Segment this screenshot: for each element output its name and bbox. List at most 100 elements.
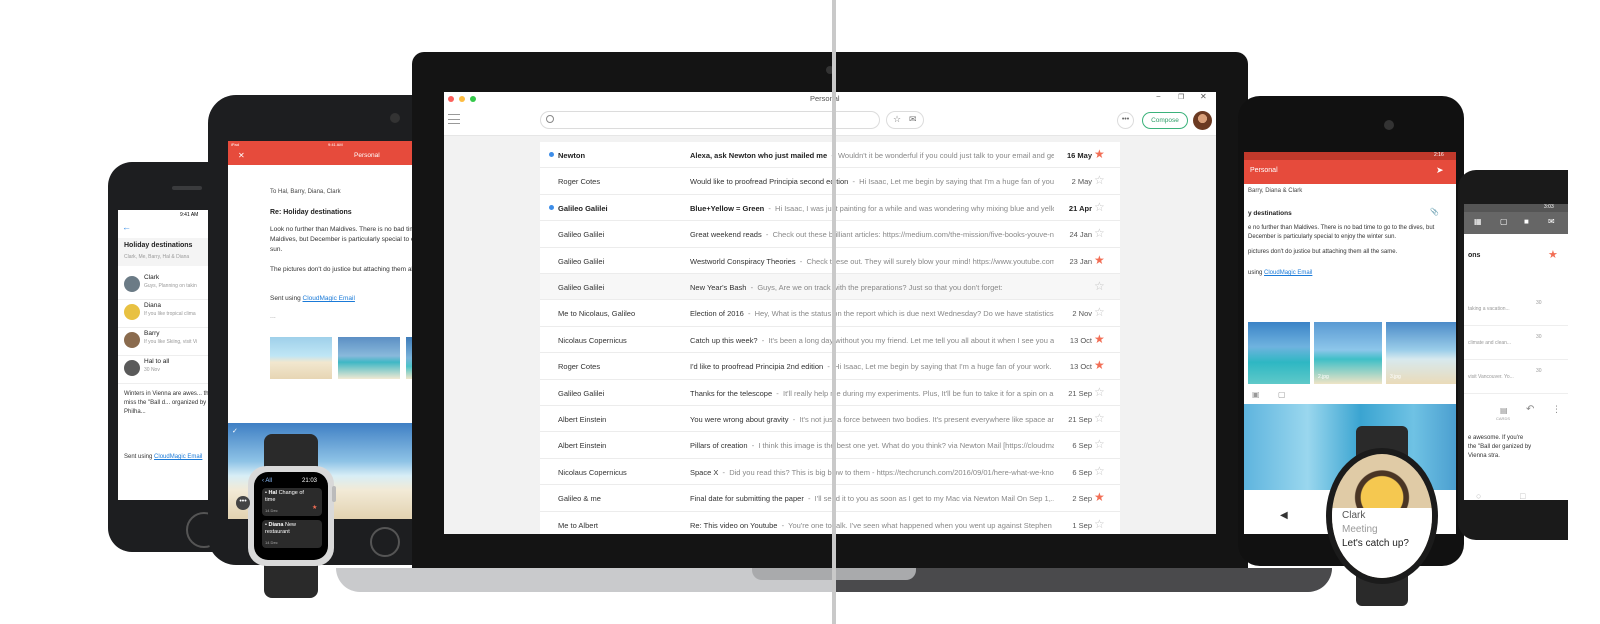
title-bar: Personal − ❐ ✕ [444, 92, 1216, 106]
cloudmagic-link[interactable]: CloudMagic Email [1264, 270, 1312, 276]
star-icon[interactable]: ☆ [1094, 437, 1105, 451]
folder-icon[interactable]: ■ [1524, 217, 1529, 226]
email-row[interactable]: Me to Albert Re: This video on Youtube - … [540, 511, 1120, 534]
quoted-text-toggle[interactable]: ... [270, 313, 276, 320]
star-icon[interactable]: ☆ [1094, 385, 1105, 399]
delete-icon[interactable]: ▢ [1500, 217, 1508, 226]
attachment-thumbnail[interactable] [270, 337, 332, 379]
status-time: 9:41 AM [180, 212, 199, 218]
email-row[interactable]: Nicolaus Copernicus Catch up this week? -… [540, 326, 1120, 354]
star-icon[interactable]: ★ [1094, 147, 1105, 161]
compose-button[interactable]: Compose [1142, 112, 1188, 129]
star-icon[interactable]: ☆ [1094, 173, 1105, 187]
email-subject: y destinations [1248, 210, 1292, 217]
email-row[interactable]: Newton Alexa, ask Newton who just mailed … [540, 142, 1120, 169]
email-date: 13 Oct [1069, 362, 1092, 372]
email-row[interactable]: Me to Nicolaus, Galileo Election of 2016 … [540, 300, 1120, 327]
minimize-window-button[interactable] [459, 96, 465, 102]
star-icon[interactable]: ☆ [1094, 517, 1105, 531]
cloudmagic-link[interactable]: CloudMagic Email [303, 295, 355, 302]
email-row[interactable]: Albert Einstein You were wrong about grav… [540, 406, 1120, 433]
email-row[interactable]: Galileo Galilei Thanks for the telescope … [540, 379, 1120, 406]
cards-icon[interactable]: ▤ [1500, 406, 1508, 415]
search-input[interactable] [540, 111, 880, 129]
watch-back-link[interactable]: ‹ All [262, 478, 272, 484]
minimize-icon[interactable]: − [1156, 92, 1161, 101]
email-subject: Re: Holiday destinations [270, 209, 352, 216]
home-nav-icon[interactable]: ○ [1476, 491, 1481, 501]
email-subject: Thanks for the telescope [690, 388, 773, 398]
attachment-thumbnail[interactable]: 2.jpg [1314, 322, 1382, 384]
email-sender: Nicolaus Copernicus [558, 335, 627, 345]
check-icon[interactable]: ✓ [232, 427, 238, 435]
list-item[interactable]: taking a vacation... 30 [1464, 296, 1568, 326]
attachment-icon[interactable]: 📎 [1430, 208, 1439, 216]
email-row[interactable]: Galileo Galilei Westworld Conspiracy Theo… [540, 247, 1120, 274]
signature: using CloudMagic Email [1248, 270, 1312, 276]
home-button[interactable] [370, 527, 400, 557]
star-icon[interactable]: ★ [1094, 358, 1105, 372]
attachment-thumbnail[interactable]: 3.jpg [1386, 322, 1456, 384]
email-row[interactable]: Nicolaus Copernicus Space X - Did you rea… [540, 458, 1120, 486]
star-icon[interactable]: ★ [1548, 248, 1558, 261]
list-item[interactable]: visit Vancouver. Yo... 30 [1464, 364, 1568, 394]
restore-icon[interactable]: ❐ [1178, 93, 1184, 101]
email-row[interactable]: Roger Cotes I'd like to proofread Princip… [540, 353, 1120, 380]
overflow-menu-icon[interactable]: ⋮ [1552, 404, 1561, 415]
maximize-window-button[interactable] [470, 96, 476, 102]
gallery-icon[interactable]: ▢ [1278, 390, 1286, 399]
star-icon[interactable]: ★ [1094, 332, 1105, 346]
reply-all-icon[interactable]: ↶ [1526, 404, 1534, 415]
email-row[interactable]: Galileo Galilei Blue+Yellow = Green - Hi … [540, 194, 1120, 222]
star-icon[interactable]: ★ [312, 504, 317, 511]
archive-icon[interactable]: ▦ [1474, 217, 1482, 226]
profile-avatar[interactable] [1193, 111, 1212, 130]
star-icon[interactable]: ☆ [1094, 464, 1105, 478]
mail-filter-icon[interactable]: ✉ [909, 114, 917, 125]
email-sender: Roger Cotes [558, 177, 601, 187]
send-icon[interactable]: ➤ [1436, 165, 1444, 176]
email-row[interactable]: Galileo & me Final date for submitting th… [540, 485, 1120, 512]
star-filter-icon[interactable]: ☆ [893, 114, 901, 125]
back-nav-icon[interactable]: ◀ [1280, 510, 1288, 521]
watch-crown[interactable] [332, 486, 336, 502]
close-icon[interactable]: ✕ [1200, 92, 1207, 101]
notification-card[interactable]: Clark Meeting Let's catch up? [1332, 508, 1432, 578]
star-icon[interactable]: ☆ [1094, 226, 1105, 240]
mail-icon[interactable]: ✉ [1548, 217, 1555, 226]
watch-list-item[interactable]: • Hal Change of time 14 Dec ★ [262, 488, 322, 516]
message-date: 14 Dec [265, 508, 278, 513]
email-date: 21 Sep [1068, 415, 1092, 424]
folder-title: Personal [1250, 167, 1278, 174]
recents-nav-icon[interactable]: □ [1520, 491, 1525, 501]
star-icon[interactable]: ☆ [1094, 200, 1105, 214]
email-row[interactable]: Galileo Galilei New Year's Bash - Guys, A… [540, 274, 1120, 301]
attachment-thumbnail[interactable] [338, 337, 400, 379]
sender-name: Hal [268, 490, 278, 496]
watch-list-item[interactable]: • Diana New restaurant 14 Dec [262, 520, 322, 548]
camera-icon[interactable]: ▣ [1252, 390, 1260, 399]
email-sender: Galileo Galilei [558, 203, 608, 213]
menu-icon[interactable] [448, 114, 460, 124]
more-icon[interactable]: ••• [1117, 112, 1134, 129]
star-icon[interactable]: ☆ [1094, 279, 1105, 293]
star-icon[interactable]: ☆ [1094, 305, 1105, 319]
cloudmagic-link[interactable]: CloudMagic Email [154, 454, 202, 460]
back-icon[interactable]: ← [122, 222, 131, 232]
email-subject-preview: Space X - Did you read this? This is big… [690, 468, 1054, 477]
star-icon[interactable]: ★ [1094, 253, 1105, 267]
email-row[interactable]: Roger Cotes Would like to proofread Princ… [540, 168, 1120, 195]
close-window-button[interactable] [448, 96, 454, 102]
more-icon[interactable]: ••• [236, 496, 250, 510]
star-icon[interactable]: ☆ [1094, 411, 1105, 425]
sender-name: Diana [144, 302, 161, 309]
attachment-thumbnail[interactable] [1248, 322, 1310, 384]
thread-title: ons [1468, 252, 1481, 259]
email-row[interactable]: Galileo Galilei Great weekend reads - Che… [540, 221, 1120, 248]
email-row[interactable]: Albert Einstein Pillars of creation - I t… [540, 432, 1120, 459]
star-icon[interactable]: ★ [1094, 490, 1105, 504]
list-item[interactable]: climate and clean... 30 [1464, 330, 1568, 360]
close-icon[interactable]: ✕ [238, 151, 245, 160]
to-line: To Hal, Barry, Diana, Clark [270, 189, 341, 195]
email-subject-preview: Election of 2016 - Hey, What is the stat… [690, 309, 1054, 318]
